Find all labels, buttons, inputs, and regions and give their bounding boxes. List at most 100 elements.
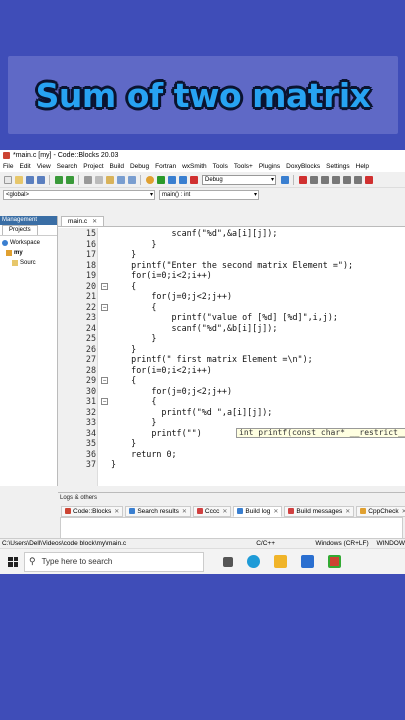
code-completion-bar: <global> main() : int xyxy=(0,188,405,202)
tree-item-workspace[interactable]: Workspace xyxy=(0,238,57,248)
debug-icon[interactable] xyxy=(280,175,289,184)
next-instruction-icon[interactable] xyxy=(353,175,362,184)
line-number: 18 xyxy=(85,259,96,270)
codeblocks-window: *main.c [my] - Code::Blocks 20.03 File Ed… xyxy=(0,150,405,574)
code-text: scanf("%d",&a[i][j]); xyxy=(111,228,278,238)
menu-item[interactable]: Debug xyxy=(127,163,152,170)
build-icon[interactable] xyxy=(145,175,154,184)
edge-icon[interactable] xyxy=(247,555,260,568)
log-tab[interactable]: CppCheck ✕ xyxy=(356,505,405,517)
menu-item[interactable]: Search xyxy=(54,163,81,170)
task-view-icon[interactable] xyxy=(223,556,233,567)
log-tab-label: Build messages xyxy=(296,507,343,515)
menu-item[interactable]: Help xyxy=(353,163,372,170)
log-tab[interactable]: Build messages ✕ xyxy=(284,505,355,517)
log-tab[interactable]: Cccc ✕ xyxy=(192,505,232,517)
menu-item[interactable]: Project xyxy=(80,163,106,170)
run-icon[interactable] xyxy=(156,175,165,184)
menu-item[interactable]: File xyxy=(0,163,16,170)
next-line-icon[interactable] xyxy=(320,175,329,184)
menu-item[interactable]: Tools xyxy=(210,163,231,170)
menu-item[interactable]: Plugins xyxy=(256,163,283,170)
taskbar-search-input[interactable]: ⚲ Type here to search xyxy=(24,551,204,572)
new-file-icon[interactable] xyxy=(3,175,12,184)
codeblocks-icon xyxy=(3,152,10,159)
mail-icon[interactable] xyxy=(301,555,314,568)
code-line: 18 printf("Enter the second matrix Eleme… xyxy=(58,260,405,271)
code-line: 34 printf("") int printf(const char* __re… xyxy=(58,428,405,439)
cut-icon[interactable] xyxy=(83,175,92,184)
run-to-cursor-icon[interactable] xyxy=(309,175,318,184)
menu-item[interactable]: Edit xyxy=(16,163,33,170)
menu-item[interactable]: Settings xyxy=(323,163,353,170)
fold-toggle-icon[interactable]: − xyxy=(101,282,108,290)
line-number: 33 xyxy=(85,417,96,427)
function-select[interactable]: main() : int xyxy=(159,190,259,200)
undo-icon[interactable] xyxy=(54,175,63,184)
close-icon[interactable]: ✕ xyxy=(114,508,119,515)
log-tab-label: Build log xyxy=(245,507,271,515)
line-number: 23 xyxy=(85,312,96,322)
code-line: 19 for(i=0;i<2;i++) xyxy=(58,270,405,281)
menu-item[interactable]: Tools+ xyxy=(231,163,256,170)
toolbar-divider xyxy=(49,174,50,185)
code-text: } xyxy=(111,249,137,259)
build-run-icon[interactable] xyxy=(167,175,176,184)
file-explorer-icon[interactable] xyxy=(274,555,287,568)
step-into-icon[interactable] xyxy=(331,175,340,184)
open-folder-icon[interactable] xyxy=(14,175,23,184)
build-target-select[interactable]: Debug xyxy=(202,174,276,185)
menu-item[interactable]: wxSmith xyxy=(179,163,210,170)
close-icon[interactable]: ✕ xyxy=(345,508,350,515)
stop-debug-icon[interactable] xyxy=(364,175,373,184)
code-editor[interactable]: 15 scanf("%d",&a[i][j]); 16 } 17 } 18 print… xyxy=(58,228,405,486)
log-tab[interactable]: Code::Blocks ✕ xyxy=(61,505,124,517)
menu-item[interactable]: DoxyBlocks xyxy=(283,163,323,170)
toolbar-divider xyxy=(140,174,141,185)
toolbar-divider xyxy=(293,174,294,185)
code-text: printf("") xyxy=(111,427,202,438)
close-icon[interactable]: ✕ xyxy=(182,508,187,515)
code-text: { xyxy=(111,396,157,406)
codeblocks-taskbar-icon[interactable] xyxy=(328,555,341,568)
code-text: scanf("%d",&b[i][j]); xyxy=(111,322,278,333)
find-icon[interactable] xyxy=(116,175,125,184)
log-tab-label: CppCheck xyxy=(368,507,399,515)
close-icon[interactable]: ✕ xyxy=(273,508,278,515)
menu-item[interactable]: View xyxy=(34,163,54,170)
line-number: 24 xyxy=(85,322,96,333)
menu-item[interactable]: Fortran xyxy=(152,163,179,170)
log-tab[interactable]: Build log ✕ xyxy=(233,505,283,517)
save-all-icon[interactable] xyxy=(36,175,45,184)
file-tab-main[interactable]: main.c ✕ xyxy=(61,216,105,226)
paste-icon[interactable] xyxy=(105,175,114,184)
abort-icon[interactable] xyxy=(189,175,198,184)
fold-toggle-icon[interactable]: − xyxy=(101,377,108,384)
fold-toggle-icon[interactable]: − xyxy=(101,303,108,311)
log-tabs: Code::Blocks ✕ Search results ✕ Cccc ✕ Build l… xyxy=(58,505,405,517)
windows-start-icon[interactable] xyxy=(8,556,18,567)
rebuild-icon[interactable] xyxy=(178,175,187,184)
step-out-icon[interactable] xyxy=(342,175,351,184)
close-icon[interactable]: ✕ xyxy=(402,508,405,515)
scope-select[interactable]: <global> xyxy=(3,190,155,200)
copy-icon[interactable] xyxy=(94,175,103,184)
code-text: } xyxy=(111,459,117,469)
debug-continue-icon[interactable] xyxy=(298,175,307,184)
line-number: 27 xyxy=(85,354,96,364)
line-number: 32 xyxy=(85,406,96,417)
save-icon[interactable] xyxy=(25,175,34,184)
tree-item-sources[interactable]: Sourc xyxy=(0,258,57,268)
tree-item-project[interactable]: my xyxy=(0,248,57,258)
code-text: for(i=0;i<2;i++) xyxy=(111,270,212,280)
fold-toggle-icon[interactable]: − xyxy=(101,398,108,405)
close-icon[interactable]: ✕ xyxy=(92,218,97,225)
redo-icon[interactable] xyxy=(65,175,74,184)
tab-projects[interactable]: Projects xyxy=(2,225,38,235)
replace-icon[interactable] xyxy=(127,175,136,184)
log-tab[interactable]: Search results ✕ xyxy=(125,505,191,517)
menu-item[interactable]: Build xyxy=(107,163,127,170)
windows-taskbar: ⚲ Type here to search xyxy=(0,548,405,574)
close-icon[interactable]: ✕ xyxy=(222,508,227,515)
line-number: 19 xyxy=(85,270,96,280)
